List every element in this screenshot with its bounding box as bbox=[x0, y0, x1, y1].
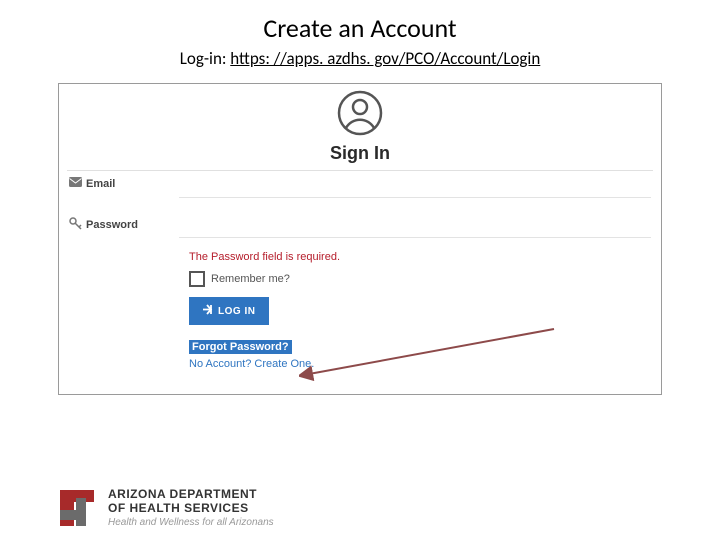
signin-panel: Sign In Email Password The Password fiel… bbox=[58, 83, 662, 395]
password-row: Password bbox=[69, 217, 651, 247]
remember-row: Remember me? bbox=[189, 271, 661, 287]
avatar-icon bbox=[59, 84, 661, 141]
email-label: Email bbox=[69, 177, 179, 190]
login-url-link[interactable]: https: //apps. azdhs. gov/PCO/Account/Lo… bbox=[230, 48, 540, 69]
forgot-password-link[interactable]: Forgot Password? bbox=[189, 340, 292, 354]
password-error: The Password field is required. bbox=[189, 251, 661, 263]
login-button[interactable]: LOG IN bbox=[189, 297, 269, 325]
create-account-link[interactable]: No Account? Create One. bbox=[189, 358, 661, 370]
login-label: Log-in: bbox=[180, 48, 231, 69]
remember-label: Remember me? bbox=[211, 273, 290, 285]
signin-heading: Sign In bbox=[59, 143, 661, 164]
login-url-line: Log-in: https: //apps. azdhs. gov/PCO/Ac… bbox=[0, 48, 720, 69]
email-label-text: Email bbox=[86, 178, 115, 190]
password-label: Password bbox=[69, 217, 179, 233]
password-input[interactable] bbox=[179, 217, 651, 238]
slide-title: Create an Account bbox=[0, 12, 720, 44]
remember-checkbox[interactable] bbox=[189, 271, 205, 287]
login-button-label: LOG IN bbox=[218, 306, 255, 317]
footer-title-2: OF HEALTH SERVICES bbox=[108, 502, 274, 515]
footer: ARIZONA DEPARTMENT OF HEALTH SERVICES He… bbox=[58, 488, 274, 528]
key-icon bbox=[69, 217, 82, 233]
footer-tagline: Health and Wellness for all Arizonans bbox=[108, 517, 274, 528]
footer-title-1: ARIZONA DEPARTMENT bbox=[108, 488, 274, 501]
azdhs-logo-icon bbox=[58, 488, 98, 528]
email-row: Email bbox=[69, 177, 651, 207]
divider bbox=[67, 170, 653, 171]
password-label-text: Password bbox=[86, 219, 138, 231]
email-input[interactable] bbox=[179, 177, 651, 198]
envelope-icon bbox=[69, 177, 82, 190]
login-arrow-icon bbox=[203, 304, 214, 318]
